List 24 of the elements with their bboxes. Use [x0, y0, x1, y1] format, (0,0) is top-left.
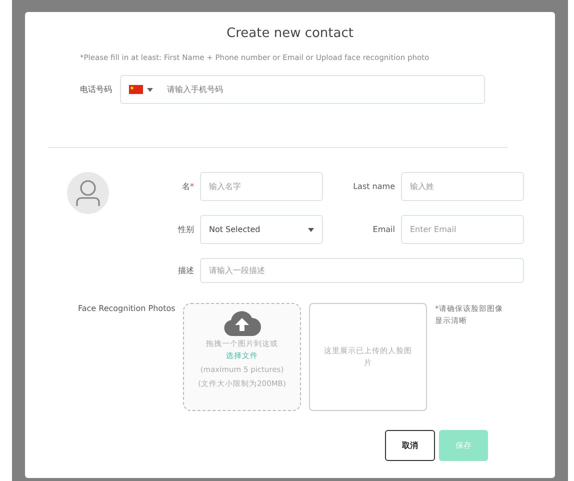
field-label: Last name: [352, 180, 395, 193]
cancel-button[interactable]: 取消: [385, 430, 435, 462]
input-field[interactable]: 请输入一段描述: [200, 258, 524, 284]
input-field[interactable]: 输入姓: [401, 172, 524, 202]
cloud-upload-icon: [223, 310, 261, 336]
avatar-icon: [67, 172, 109, 214]
phone-input[interactable]: 请输入手机号码: [167, 84, 417, 96]
caret-icon: [308, 228, 314, 232]
phone-field[interactable]: 请输入手机号码: [120, 75, 485, 104]
select-value: Not Selected: [209, 224, 260, 236]
gender-select[interactable]: Not Selected: [200, 215, 323, 244]
country-selector[interactable]: [129, 85, 153, 94]
field-label: Email: [372, 224, 395, 236]
input-field[interactable]: 输入名字: [200, 172, 323, 202]
field-label: 描述: [177, 264, 194, 277]
field-label: Face Recognition Photos: [78, 303, 176, 316]
field-label: 电话号码: [80, 84, 113, 96]
flag-icon: [129, 85, 143, 94]
field-label: 名*: [181, 180, 194, 193]
input-field[interactable]: Enter Email: [401, 215, 524, 244]
caret-icon: [147, 88, 153, 92]
field-label: 性别: [176, 224, 194, 236]
dialog-title: Create new contact: [226, 26, 354, 42]
required-mark: *: [190, 182, 194, 191]
